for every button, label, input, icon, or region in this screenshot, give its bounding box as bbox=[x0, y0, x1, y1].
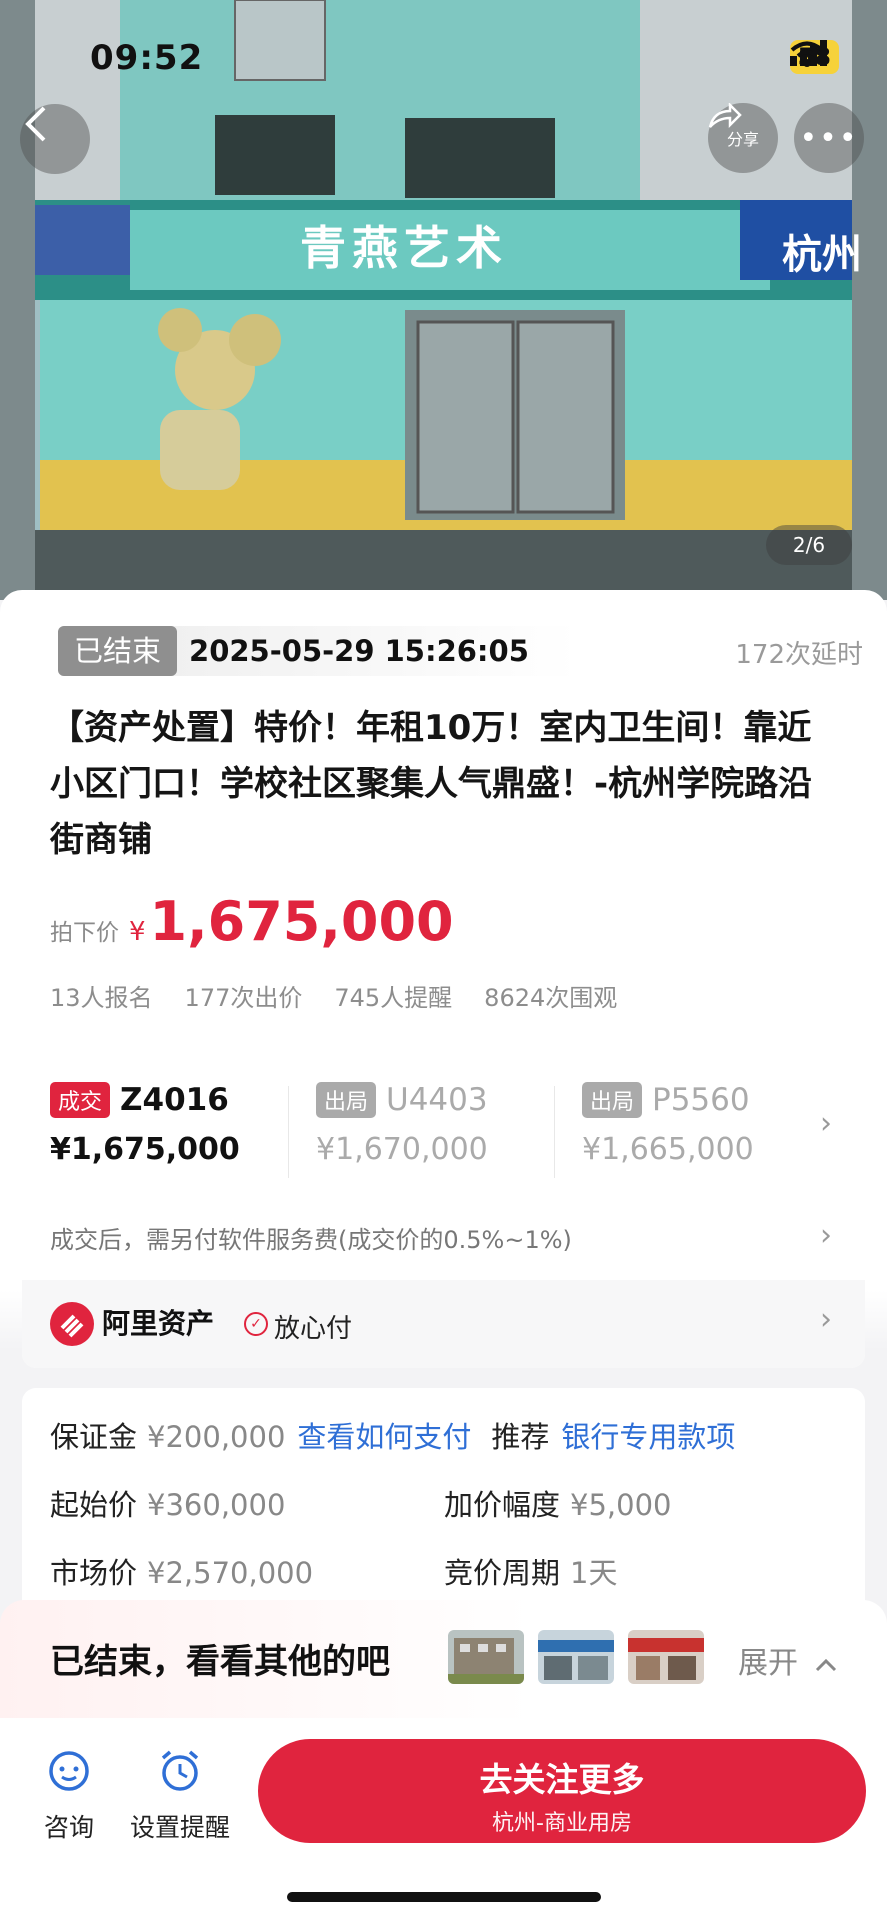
bid-record: 出局 U4403 ¥1,670,000 bbox=[316, 1082, 488, 1167]
divider bbox=[554, 1086, 555, 1178]
store-sign-text: 青燕艺术 bbox=[300, 221, 508, 275]
final-price: 1,675,000 bbox=[149, 890, 454, 953]
set-reminder-button[interactable]: 设置提醒 bbox=[130, 1748, 230, 1844]
divider bbox=[288, 1086, 289, 1178]
safe-pay-label: 放心付 bbox=[274, 1314, 353, 1344]
storefront-thumbnail-image bbox=[538, 1630, 614, 1684]
chevron-up-icon bbox=[815, 1658, 836, 1672]
bid-amount: ¥1,670,000 bbox=[316, 1132, 488, 1167]
bidder-code: P5560 bbox=[652, 1082, 750, 1118]
chevron-right-icon: › bbox=[820, 1302, 832, 1337]
back-button[interactable] bbox=[20, 104, 90, 174]
bidder-code: U4403 bbox=[386, 1082, 488, 1118]
customer-service-icon bbox=[49, 1751, 89, 1791]
stat-signups: 13人报名 bbox=[50, 984, 153, 1012]
final-price-row: 拍下价 ¥ 1,675,000 bbox=[50, 890, 454, 953]
cycle-value: 1天 bbox=[570, 1556, 618, 1590]
bid-amount: ¥1,665,000 bbox=[582, 1132, 754, 1167]
stat-bids: 177次出价 bbox=[184, 984, 303, 1012]
bid-record-card: 成交 Z4016 ¥1,675,000 出局 U4403 ¥1,670,000 出局… bbox=[22, 1048, 865, 1368]
deposit-label: 保证金 bbox=[50, 1420, 138, 1454]
end-time: 2025-05-29 15:26:05 bbox=[189, 634, 529, 668]
fade-overlay bbox=[747, 1068, 817, 1188]
cycle-label: 竞价周期 bbox=[444, 1556, 561, 1590]
bid-tag: 出局 bbox=[582, 1082, 643, 1118]
expand-label: 展开 bbox=[738, 1646, 798, 1681]
cta-sub-label: 杭州-商业用房 bbox=[492, 1811, 632, 1836]
follow-more-button[interactable]: 去关注更多 杭州-商业用房 bbox=[258, 1739, 866, 1843]
bid-amount: ¥1,675,000 bbox=[50, 1132, 240, 1167]
stat-reminders: 745人提醒 bbox=[334, 984, 453, 1012]
how-to-pay-link[interactable]: 查看如何支付 bbox=[297, 1420, 471, 1454]
chevron-right-icon: › bbox=[820, 1106, 832, 1141]
market-price-row: 市场价 ¥2,570,000 bbox=[50, 1550, 313, 1592]
bidder-code: Z4016 bbox=[120, 1082, 229, 1118]
market-price-value: ¥2,570,000 bbox=[147, 1556, 314, 1590]
consult-label: 咨询 bbox=[44, 1813, 95, 1842]
reminder-label: 设置提醒 bbox=[130, 1813, 231, 1842]
auction-status-row: 已结束 2025-05-29 15:26:05 bbox=[58, 626, 578, 676]
auction-stats: 13人报名 177次出价 745人提醒 8624次围观 bbox=[50, 978, 617, 1013]
storefront-photo bbox=[0, 0, 887, 600]
start-price-label: 起始价 bbox=[50, 1488, 138, 1522]
bottom-action-bar: 咨询 设置提醒 去关注更多 杭州-商业用房 bbox=[0, 1718, 887, 1920]
ali-assets-row[interactable]: 阿里资产 ✓ 放心付 › bbox=[22, 1280, 865, 1368]
ended-banner-text: 已结束，看看其他的吧 bbox=[50, 1642, 390, 1682]
delay-count: 172次延时 bbox=[735, 640, 863, 670]
status-badge: 已结束 bbox=[58, 626, 178, 676]
price-label: 拍下价 bbox=[50, 920, 119, 946]
ali-assets-logo-icon bbox=[50, 1302, 94, 1346]
hero-image[interactable]: 青燕艺术 杭州 09:52 58 分享 ••• 2/6 bbox=[0, 0, 887, 600]
deposit-value: ¥200,000 bbox=[147, 1420, 286, 1454]
bid-tag: 出局 bbox=[316, 1082, 377, 1118]
more-button[interactable]: ••• bbox=[794, 103, 864, 173]
bid-record: 出局 P5560 ¥1,665,000 bbox=[582, 1082, 754, 1167]
chevron-right-icon: › bbox=[820, 1218, 832, 1253]
ali-assets-name: 阿里资产 bbox=[102, 1307, 215, 1340]
status-icons: 58 bbox=[789, 40, 839, 74]
expand-button[interactable]: 展开 bbox=[738, 1638, 838, 1682]
more-icon: ••• bbox=[799, 120, 859, 156]
recommend-thumbnail[interactable] bbox=[448, 1630, 524, 1684]
building-thumbnail-image bbox=[448, 1630, 524, 1684]
auction-terms-card: 保证金 ¥200,000 查看如何支付 推荐 银行专用款项 起始价 ¥360,000 加价… bbox=[22, 1388, 865, 1628]
cycle-row: 竞价周期 1天 bbox=[444, 1550, 617, 1592]
status-time: 09:52 bbox=[90, 38, 204, 78]
share-button[interactable]: 分享 bbox=[708, 103, 778, 173]
ended-recommend-banner[interactable]: 已结束，看看其他的吧 展开 bbox=[0, 1600, 887, 1718]
cta-main-label: 去关注更多 bbox=[479, 1760, 645, 1799]
wifi-icon bbox=[790, 41, 823, 67]
price-currency: ¥ bbox=[129, 917, 146, 947]
side-sign-text: 杭州 bbox=[782, 232, 862, 278]
share-label: 分享 bbox=[726, 130, 759, 149]
recommend-label: 推荐 bbox=[491, 1420, 550, 1454]
bid-record: 成交 Z4016 ¥1,675,000 bbox=[50, 1082, 240, 1167]
service-fee-note[interactable]: 成交后，需另付软件服务费(成交价的0.5%~1%) bbox=[50, 1220, 572, 1255]
bid-tag: 成交 bbox=[50, 1082, 111, 1118]
deposit-row: 保证金 ¥200,000 查看如何支付 推荐 银行专用款项 bbox=[50, 1414, 735, 1456]
share-icon bbox=[708, 103, 742, 129]
recommend-thumbnail[interactable] bbox=[538, 1630, 614, 1684]
home-indicator[interactable] bbox=[287, 1892, 601, 1902]
market-price-label: 市场价 bbox=[50, 1556, 138, 1590]
increment-value: ¥5,000 bbox=[570, 1488, 672, 1522]
bank-account-link[interactable]: 银行专用款项 bbox=[561, 1420, 735, 1454]
chevron-left-icon bbox=[25, 106, 46, 142]
start-price-value: ¥360,000 bbox=[147, 1488, 286, 1522]
image-counter: 2/6 bbox=[766, 525, 852, 565]
stat-views: 8624次围观 bbox=[484, 984, 618, 1012]
increment-row: 加价幅度 ¥5,000 bbox=[444, 1482, 672, 1524]
start-price-row: 起始价 ¥360,000 bbox=[50, 1482, 285, 1524]
bid-records[interactable]: 成交 Z4016 ¥1,675,000 出局 U4403 ¥1,670,000 出局… bbox=[22, 1048, 865, 1198]
consult-button[interactable]: 咨询 bbox=[44, 1748, 94, 1844]
shop-thumbnail-image bbox=[628, 1630, 704, 1684]
listing-title: 【资产处置】特价！年租10万！室内卫生间！靠近小区门口！学校社区聚集人气鼎盛！-… bbox=[50, 708, 813, 860]
alarm-clock-icon bbox=[161, 1750, 199, 1791]
logo-stripes-icon bbox=[60, 1314, 84, 1338]
recommend-thumbnail[interactable] bbox=[628, 1630, 704, 1684]
increment-label: 加价幅度 bbox=[444, 1488, 561, 1522]
check-circle-icon: ✓ bbox=[244, 1312, 268, 1336]
